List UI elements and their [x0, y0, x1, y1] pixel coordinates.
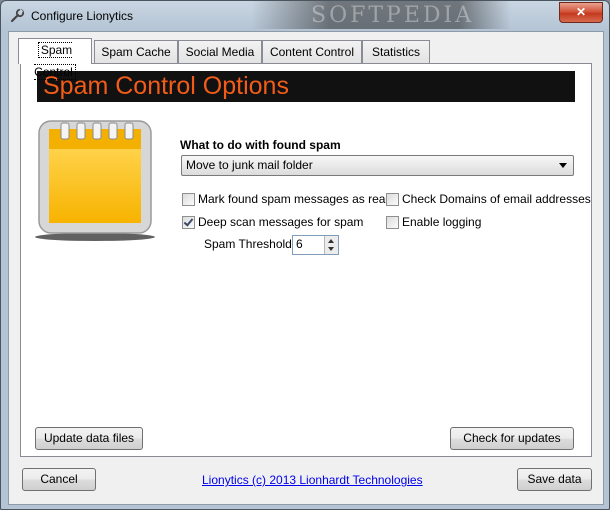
stepper-down-icon[interactable]: [328, 247, 334, 251]
threshold-label: Spam Threshold: [204, 237, 292, 251]
app-window: SOFTPEDIA Configure Lionytics ✕ Spam Con…: [0, 0, 610, 510]
check-domains-checkbox[interactable]: [386, 193, 399, 206]
notepad-icon: [35, 120, 155, 241]
chevron-down-icon: [559, 163, 567, 168]
spam-action-label: What to do with found spam: [180, 138, 341, 152]
check-domains-label: Check Domains of email addresses: [402, 192, 591, 206]
logging-label: Enable logging: [402, 215, 482, 229]
wrench-icon: [10, 8, 25, 23]
tab-statistics[interactable]: Statistics: [362, 40, 430, 63]
deep-scan-checkbox[interactable]: [182, 216, 195, 229]
spam-control-panel: Spam Control Options What to do with fou…: [20, 63, 592, 457]
check-for-updates-button[interactable]: Check for updates: [450, 427, 574, 450]
tab-spam-cache[interactable]: Spam Cache: [94, 40, 178, 63]
threshold-stepper[interactable]: 6: [292, 235, 339, 255]
logging-checkbox[interactable]: [386, 216, 399, 229]
tab-social-media[interactable]: Social Media: [178, 40, 262, 63]
cancel-button[interactable]: Cancel: [22, 468, 96, 491]
mark-read-checkbox[interactable]: [182, 193, 195, 206]
tab-spam-control[interactable]: Spam Control: [18, 38, 92, 80]
update-data-files-button[interactable]: Update data files: [35, 427, 143, 450]
spam-action-dropdown[interactable]: Move to junk mail folder: [181, 155, 574, 176]
options-banner: Spam Control Options: [37, 71, 575, 102]
options-heading: Spam Control Options: [43, 72, 289, 100]
stepper-buttons: [324, 236, 338, 254]
stepper-up-icon[interactable]: [328, 239, 334, 243]
spam-action-value: Move to junk mail folder: [186, 158, 313, 172]
close-button[interactable]: ✕: [559, 2, 603, 23]
mark-read-label: Mark found spam messages as read: [198, 192, 393, 206]
save-data-button[interactable]: Save data: [517, 468, 592, 491]
tab-content-control[interactable]: Content Control: [262, 40, 362, 63]
window-title: Configure Lionytics: [31, 9, 134, 23]
watermark-text: SOFTPEDIA: [311, 3, 475, 28]
threshold-value[interactable]: 6: [296, 237, 303, 251]
dialog-client-area: Spam Control Spam Cache Social Media Con…: [8, 31, 604, 505]
title-bar[interactable]: SOFTPEDIA Configure Lionytics ✕: [1, 1, 609, 31]
deep-scan-label: Deep scan messages for spam: [198, 215, 364, 229]
close-icon: ✕: [575, 5, 587, 19]
copyright-link[interactable]: Lionytics (c) 2013 Lionhardt Technologie…: [202, 473, 423, 487]
watermark: SOFTPEDIA: [251, 1, 511, 29]
